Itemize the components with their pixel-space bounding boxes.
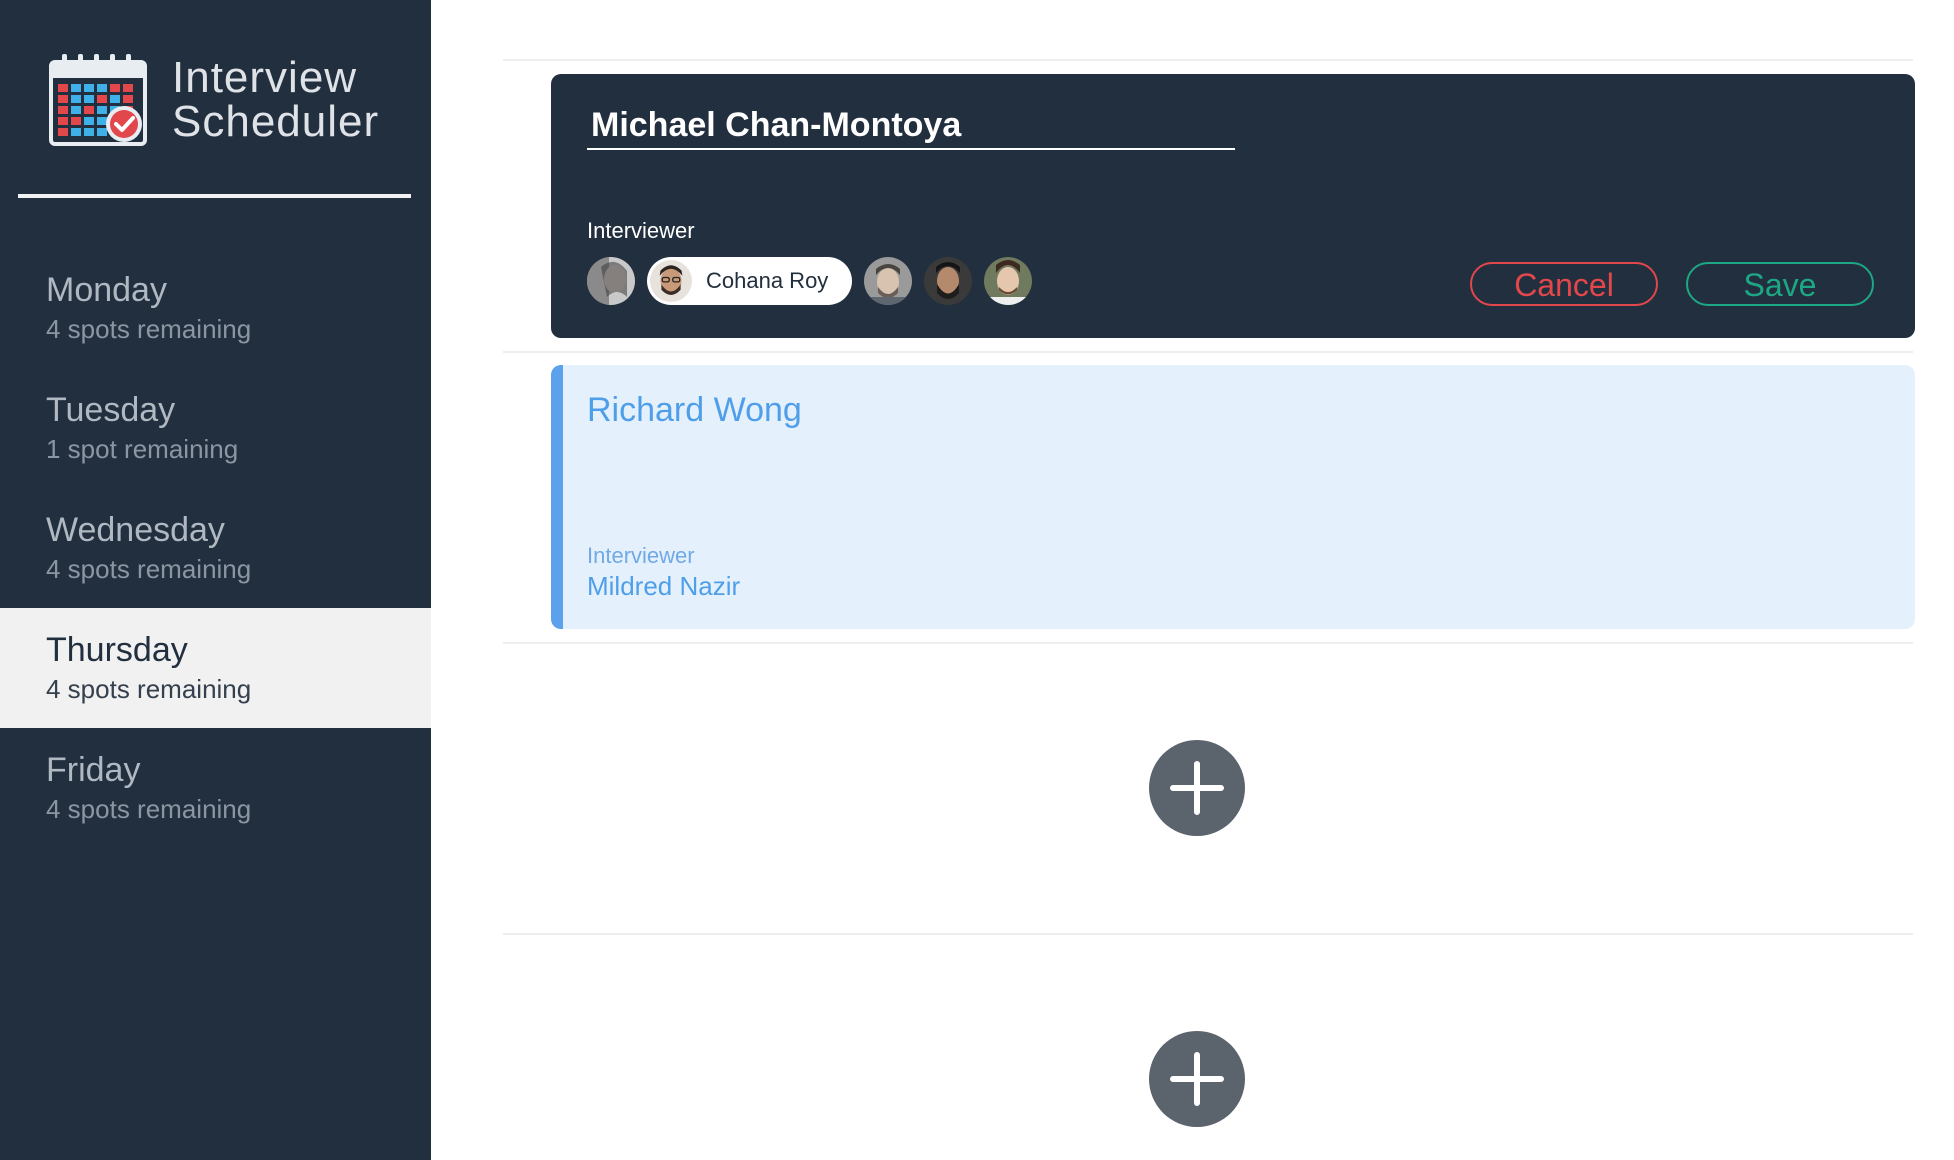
app-title: Interview Scheduler	[172, 56, 379, 144]
day-name: Thursday	[46, 631, 188, 669]
day-item-tuesday[interactable]: Tuesday 1 spot remaining	[0, 368, 431, 488]
slot-divider	[503, 351, 1913, 353]
brand: Interview Scheduler	[48, 52, 379, 148]
calendar-check-icon	[49, 54, 147, 146]
slot-divider	[503, 933, 1913, 935]
day-name: Monday	[46, 271, 167, 309]
interviewer-avatar	[650, 260, 692, 302]
day-item-monday[interactable]: Monday 4 spots remaining	[0, 248, 431, 368]
interviewer-selected[interactable]: Cohana Roy	[647, 257, 853, 305]
interviewer-avatar[interactable]	[984, 257, 1033, 305]
day-item-wednesday[interactable]: Wednesday 4 spots remaining	[0, 488, 431, 608]
interviewer-list: Cohana Roy	[587, 256, 1044, 306]
add-appointment-button[interactable]	[1149, 1031, 1245, 1127]
interviewer-avatar[interactable]	[587, 257, 635, 305]
selected-interviewer-name: Cohana Roy	[706, 268, 829, 293]
day-spots: 4 spots remaining	[46, 554, 252, 584]
save-button[interactable]: Save	[1686, 262, 1874, 306]
plus-icon	[1170, 1052, 1224, 1106]
add-appointment-button[interactable]	[1149, 740, 1245, 836]
day-name: Tuesday	[46, 391, 176, 429]
appointment-form: Interviewer	[551, 74, 1915, 338]
day-item-friday[interactable]: Friday 4 spots remaining	[0, 728, 431, 848]
appointment-interviewer-label: Interviewer	[587, 543, 695, 568]
appointment-card[interactable]: Richard Wong Interviewer Mildred Nazir	[551, 365, 1915, 629]
day-name: Wednesday	[46, 511, 225, 549]
interviewer-avatar[interactable]	[924, 257, 973, 305]
sidebar-divider	[18, 194, 411, 198]
appointment-interviewer: Mildred Nazir	[587, 571, 741, 601]
day-item-thursday[interactable]: Thursday 4 spots remaining	[0, 608, 431, 728]
app-title-line2: Scheduler	[172, 97, 380, 146]
day-spots: 4 spots remaining	[46, 314, 252, 344]
slot-divider	[503, 59, 1913, 61]
slot-divider	[503, 642, 1913, 644]
appointment-student: Richard Wong	[587, 391, 802, 429]
day-list: Monday 4 spots remaining Tuesday 1 spot …	[0, 248, 431, 848]
sidebar: Interview Scheduler Monday 4 spots remai…	[0, 0, 431, 1160]
day-spots: 4 spots remaining	[46, 674, 252, 704]
interviewer-label: Interviewer	[587, 218, 695, 243]
day-name: Friday	[46, 751, 141, 789]
day-spots: 1 spot remaining	[46, 434, 239, 464]
app-title-line1: Interview	[172, 53, 358, 102]
appointment-accent-bar	[551, 365, 563, 629]
student-name-input[interactable]	[587, 102, 1235, 150]
plus-icon	[1170, 761, 1224, 815]
day-spots: 4 spots remaining	[46, 794, 252, 824]
interviewer-avatar[interactable]	[864, 257, 913, 305]
cancel-button[interactable]: Cancel	[1470, 262, 1658, 306]
